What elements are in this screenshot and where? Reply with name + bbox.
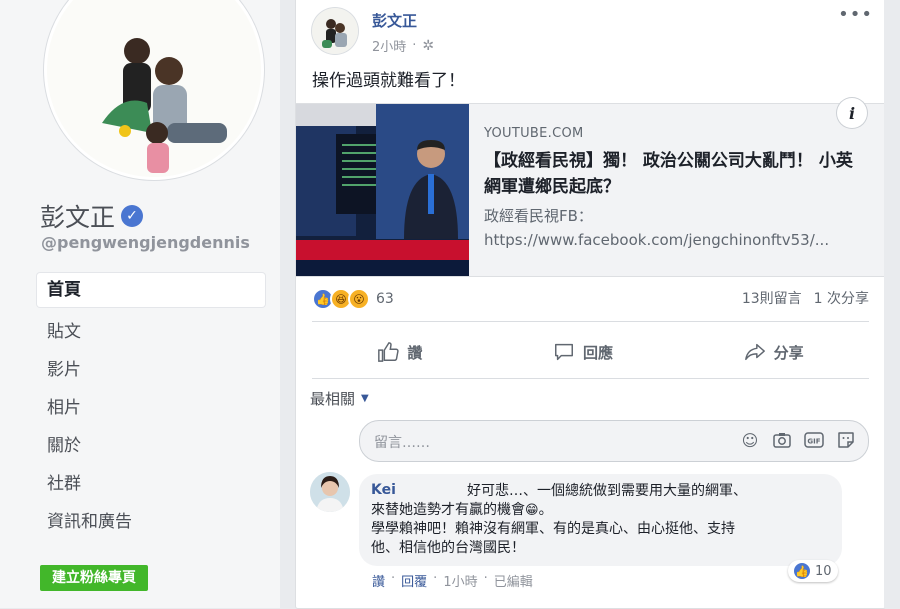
separator-dot: · — [391, 571, 396, 586]
link-desc-line1: 政經看民視FB： — [484, 207, 593, 225]
engagement-counts: 13則留言 1 次分享 — [742, 288, 869, 308]
link-thumbnail[interactable] — [296, 104, 469, 276]
nav-item-info-ads[interactable]: 資訊和廣告 — [37, 503, 265, 541]
author-avatar[interactable] — [312, 8, 358, 54]
reaction-summary[interactable]: 👍 😆 😮 63 — [312, 288, 394, 310]
link-description: 政經看民視FB： https://www.facebook.com/jengch… — [484, 204, 869, 252]
author-name[interactable]: 彭文正 — [372, 10, 417, 31]
comment-button[interactable]: 回應 — [553, 341, 613, 363]
comment-reply-link[interactable]: 回覆 — [401, 571, 427, 590]
post-meta: 2小時 · ✲ — [372, 36, 434, 56]
separator-dot: · — [412, 38, 417, 53]
post-card: 彭文正 2小時 · ✲ ••• 操作過頭就難看了！ YOUTUBE.COM 【政… — [295, 0, 886, 609]
link-preview[interactable]: YOUTUBE.COM 【政經看民視】獨！ 政治公關公司大亂鬥！ 小英網軍遭鄉民… — [296, 98, 885, 277]
page-background-right — [884, 0, 900, 608]
page-name: 彭文正 ✓ — [40, 198, 144, 234]
verified-badge-icon: ✓ — [121, 205, 144, 227]
page-name-text: 彭文正 — [40, 203, 116, 232]
reaction-count: 63 — [376, 291, 394, 307]
nav-item-home[interactable]: 首頁 — [37, 273, 265, 307]
separator-dot: · — [433, 571, 438, 586]
post-time[interactable]: 2小時 — [372, 36, 406, 55]
divider — [312, 378, 869, 379]
comment-bubble-icon — [554, 343, 573, 361]
info-icon[interactable]: i — [837, 98, 867, 128]
video-thumbnail-image — [296, 104, 469, 276]
nav-item-community[interactable]: 社群 — [37, 465, 265, 503]
nav-item-videos[interactable]: 影片 — [37, 351, 265, 389]
comment-count[interactable]: 13則留言 — [742, 288, 802, 308]
commenter-avatar[interactable] — [310, 472, 350, 512]
comment-input-tools: ☺ GIF — [740, 430, 856, 450]
caret-down-icon: ▼ — [361, 393, 369, 404]
profile-photo-image — [47, 0, 261, 177]
thumbs-up-icon — [378, 342, 399, 362]
comment-sort-dropdown[interactable]: 最相關 ▼ — [310, 388, 369, 409]
more-options-icon[interactable]: ••• — [838, 4, 873, 25]
audience-gear-icon[interactable]: ✲ — [422, 38, 434, 54]
comment-bubble: 好可悲…、一個總統做到需要用大量的網軍、 來替她造勢才有贏的機會😁。 學學賴神吧… — [359, 474, 842, 566]
camera-icon[interactable] — [772, 430, 792, 450]
post-actions: 讚 回應 分享 — [312, 330, 869, 374]
comment-line4: 他、相信他的台灣國民！ — [371, 540, 525, 556]
grin-emoji-icon: 😁 — [525, 503, 539, 518]
emoji-icon[interactable]: ☺ — [740, 430, 760, 450]
author-avatar-image — [312, 8, 358, 54]
comment-reaction-badge[interactable]: 👍 10 — [788, 560, 838, 582]
like-label: 讚 — [407, 343, 423, 362]
share-count[interactable]: 1 次分享 — [814, 288, 869, 308]
separator-dot: · — [483, 571, 488, 586]
share-arrow-icon — [744, 343, 765, 361]
gif-icon[interactable]: GIF — [804, 430, 824, 450]
comment-line2: 來替她造勢才有贏的機會 — [371, 502, 525, 518]
sort-label: 最相關 — [310, 390, 356, 408]
link-domain: YOUTUBE.COM — [484, 126, 584, 141]
page-sidebar: 彭文正 ✓ @pengwengjengdennis 首頁 貼文 影片 相片 關於… — [0, 0, 280, 608]
profile-picture[interactable] — [44, 0, 264, 180]
wow-reaction-icon: 😮 — [348, 288, 370, 310]
page-nav: 首頁 貼文 影片 相片 關於 社群 資訊和廣告 — [37, 273, 265, 541]
comment-text: 好可悲…、一個總統做到需要用大量的網軍、 來替她造勢才有贏的機會😁。 學學賴神吧… — [371, 482, 826, 558]
post-text: 操作過頭就難看了！ — [312, 71, 465, 91]
link-desc-line2: https://www.facebook.com/jengchinonftv53… — [484, 231, 830, 249]
commenter-name[interactable]: Kei — [371, 482, 396, 498]
link-title[interactable]: 【政經看民視】獨！ 政治公關公司大亂鬥！ 小英網軍遭鄉民起底？ — [484, 148, 864, 200]
comment-reaction-count: 10 — [815, 563, 832, 579]
nav-item-about[interactable]: 關於 — [37, 427, 265, 465]
create-page-button[interactable]: 建立粉絲專頁 — [40, 565, 148, 591]
sticker-icon[interactable] — [836, 430, 856, 450]
comment-input[interactable]: 留言…… ☺ GIF — [359, 420, 869, 462]
nav-item-posts[interactable]: 貼文 — [37, 313, 265, 351]
nav-item-photos[interactable]: 相片 — [37, 389, 265, 427]
comment-line2-end: 。 — [538, 502, 553, 518]
comment-actions: 讚 · 回覆 · 1小時 · 已編輯 — [372, 571, 533, 590]
comment-line1: 好可悲…、一個總統做到需要用大量的網軍、 — [467, 483, 747, 499]
commenter-avatar-image — [310, 472, 350, 512]
svg-text:GIF: GIF — [807, 438, 820, 446]
like-reaction-icon: 👍 — [794, 563, 810, 579]
comment-line3: 學學賴神吧！賴神沒有網軍、有的是真心、由心挺他、支持 — [371, 521, 735, 537]
post-stats: 👍 😆 😮 63 13則留言 1 次分享 — [312, 288, 869, 310]
comment-placeholder: 留言…… — [374, 435, 430, 451]
divider — [312, 321, 869, 322]
comment-label: 回應 — [582, 343, 613, 362]
comment-time[interactable]: 1小時 — [443, 571, 477, 590]
comment-edited[interactable]: 已編輯 — [494, 571, 533, 590]
share-label: 分享 — [773, 343, 804, 362]
like-button[interactable]: 讚 — [377, 341, 422, 363]
page-handle[interactable]: @pengwengjengdennis — [41, 233, 250, 252]
comment-like-link[interactable]: 讚 — [372, 571, 385, 590]
share-button[interactable]: 分享 — [744, 341, 804, 363]
